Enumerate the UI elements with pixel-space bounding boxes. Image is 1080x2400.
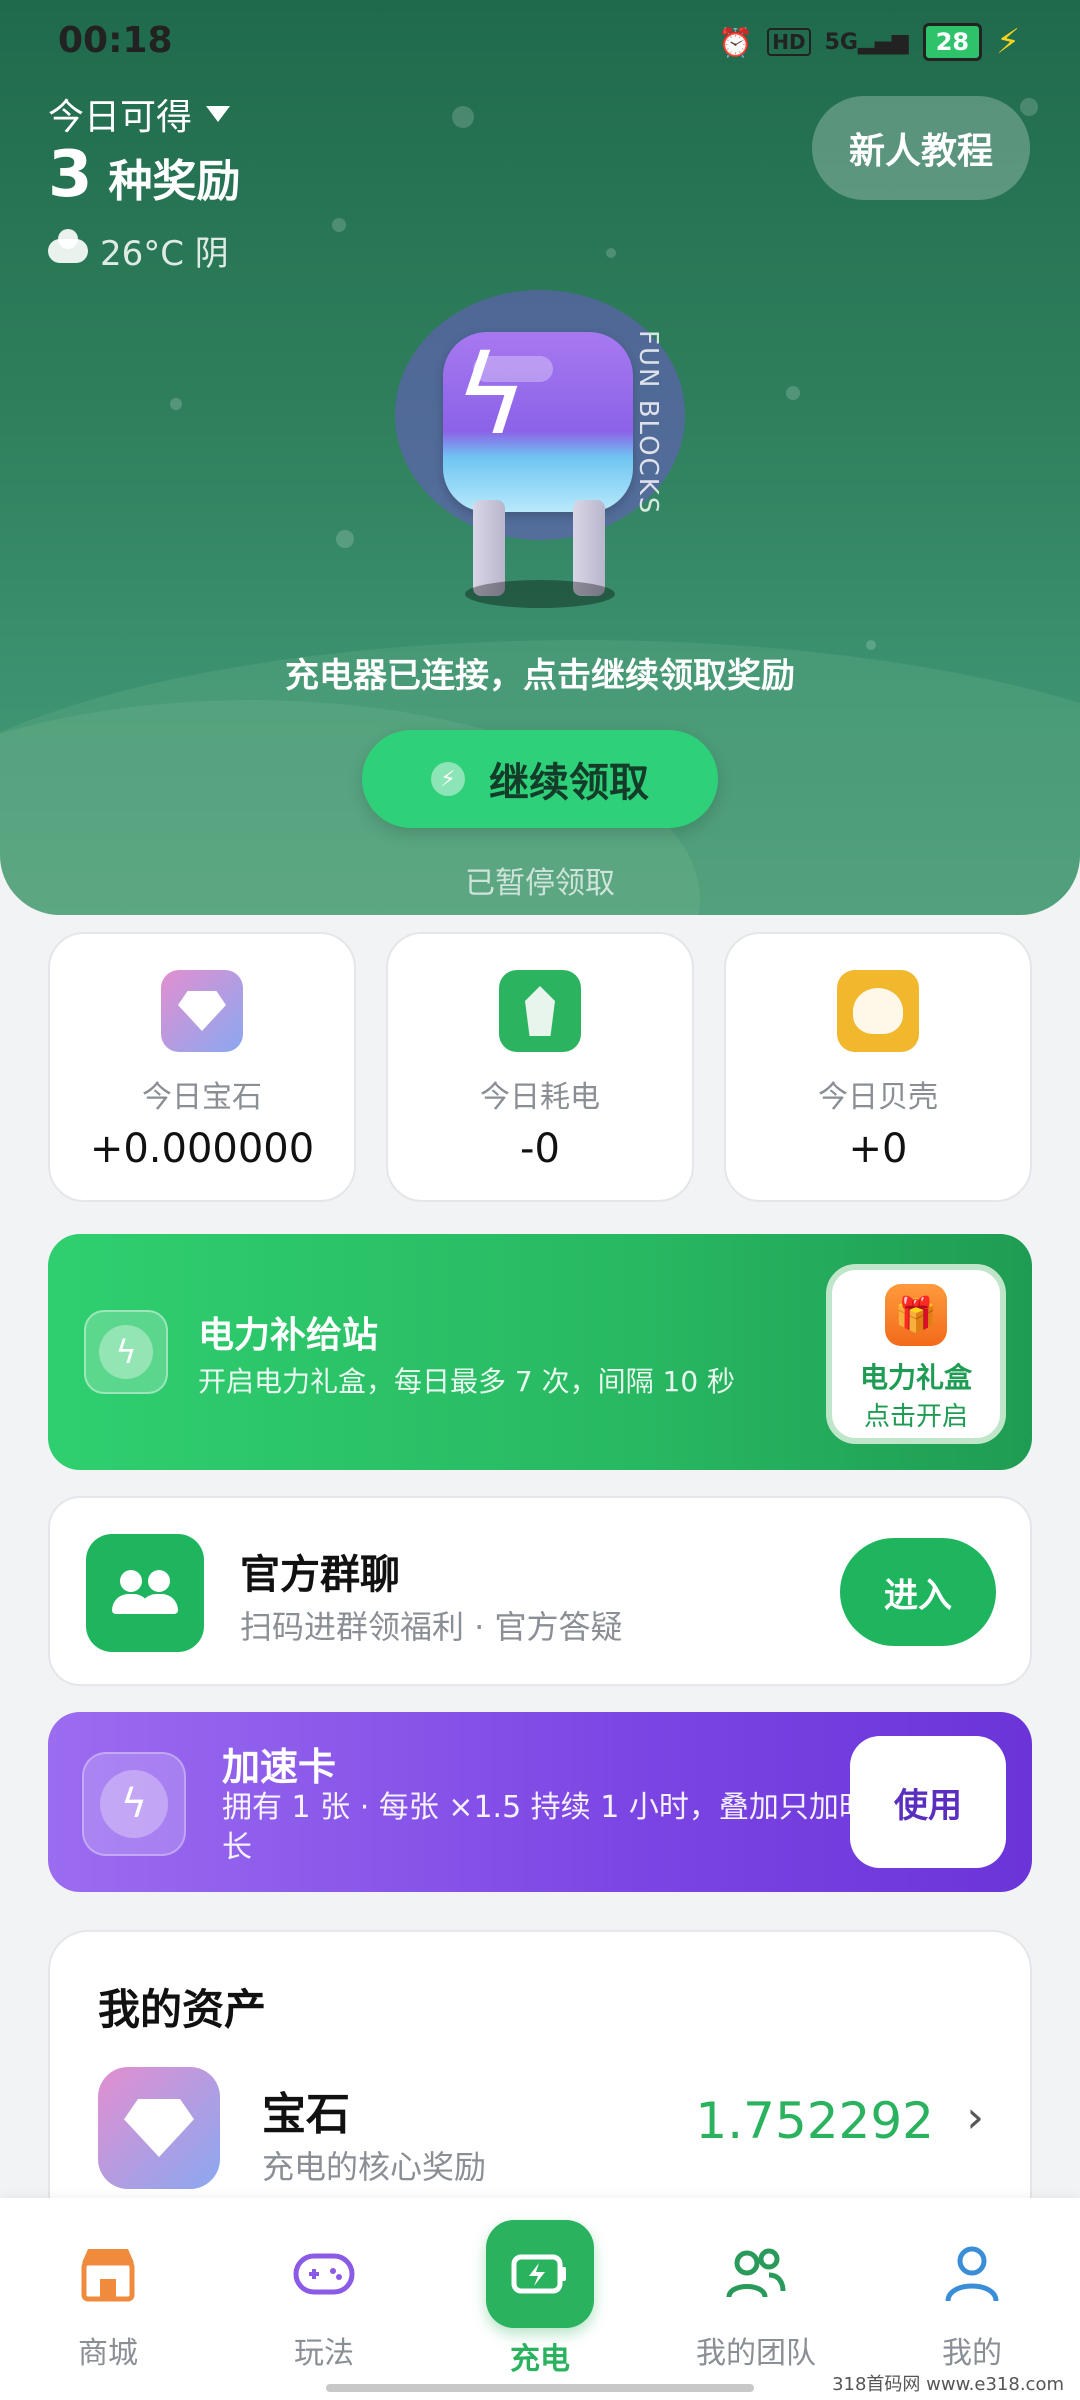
home-indicator[interactable] [326,2384,754,2392]
chevron-right-icon[interactable]: › [966,2092,984,2143]
stat-value: +0 [848,1126,908,1172]
power-icon [499,970,581,1052]
team-icon [724,2242,788,2306]
gift-icon: 🎁 [885,1284,947,1346]
speed-card-subtitle: 拥有 1 张 · 每张 ×1.5 持续 1 小时，叠加只加时长 [222,1790,869,1865]
nav-label: 玩法 [294,2336,354,2371]
daily-stats: 今日宝石 +0.000000 今日耗电 -0 今日贝壳 +0 [48,932,1032,1202]
paused-status-text: 已暂停领取 [465,866,615,901]
profile-icon [940,2242,1004,2306]
stat-value: -0 [520,1126,560,1172]
charger-brand-text: FUN BLOCKS [633,330,663,516]
tutorial-button[interactable]: 新人教程 [812,96,1030,200]
speed-icon-box: ϟ [82,1752,186,1856]
group-icon-box [86,1534,204,1652]
power-supply-icon-box: ϟ [84,1310,168,1394]
gift-title: 电力礼盒 [859,1361,972,1394]
battery-icon [486,2220,594,2328]
gem-icon [98,2067,220,2189]
stat-label: 今日贝壳 [818,1080,938,1115]
shell-icon [837,970,919,1052]
status-time: 00:18 [58,20,173,61]
nav-label: 充电 [510,2342,570,2377]
stat-card-power[interactable]: 今日耗电 -0 [386,932,694,1202]
charging-hero: 00:18 ⏰ HD 5G▂▄▆ 28 ⚡ 今日可得 3 种奖励 26°C 阴 … [0,0,1080,915]
nav-item-charge[interactable]: 充电 [432,2198,648,2400]
bubble-decoration [170,398,182,410]
power-supply-subtitle: 开启电力礼盒，每日最多 7 次，间隔 10 秒 [198,1365,736,1398]
status-icons: ⏰ HD 5G▂▄▆ 28 ⚡ [718,22,1020,62]
reward-count: 3 种奖励 [48,138,241,212]
signal-icon: 5G▂▄▆ [824,29,909,55]
lightning-icon: ϟ [455,331,528,459]
bubble-decoration [452,106,474,128]
bolt-icon: ϟ [99,1325,153,1379]
my-assets-section: 我的资产 宝石 充电的核心奖励 1.752292 › [48,1930,1032,2230]
continue-claim-button[interactable]: ⚡ 继续领取 [362,730,718,828]
stat-label: 今日耗电 [480,1080,600,1115]
nav-label: 商城 [78,2336,138,2371]
watermark: 318首码网 www.e318.com [826,2368,1070,2398]
enter-group-button[interactable]: 进入 [840,1538,996,1646]
hd-icon: HD [767,28,811,56]
people-icon [110,1570,180,1616]
power-supply-banner[interactable]: ϟ 电力补给站 开启电力礼盒，每日最多 7 次，间隔 10 秒 🎁 电力礼盒 点… [48,1234,1032,1470]
stat-card-gems[interactable]: 今日宝石 +0.000000 [48,932,356,1202]
charger-status-text: 充电器已连接，点击继续领取奖励 [285,656,795,696]
charger-illustration: ϟ FUN BLOCKS [395,290,695,610]
today-label: 今日可得 [48,97,193,138]
weather-text: 26°C 阴 [100,234,229,274]
battery-indicator: 28 [922,23,983,61]
continue-claim-label: 继续领取 [489,760,649,806]
bolt-icon: ⚡ [431,762,465,796]
group-subtitle: 扫码进群领福利 · 官方答疑 [240,1608,623,1646]
reward-count-number: 3 [48,138,93,212]
bubble-decoration [606,248,616,258]
stat-label: 今日宝石 [142,1080,262,1115]
status-bar: 00:18 ⏰ HD 5G▂▄▆ 28 ⚡ [0,0,1080,80]
today-rewards-dropdown[interactable]: 今日可得 [48,88,231,140]
alarm-icon: ⏰ [718,25,754,59]
weather: 26°C 阴 [48,226,229,275]
gamepad-icon [292,2242,356,2306]
power-gift-box-button[interactable]: 🎁 电力礼盒 点击开启 [826,1264,1006,1444]
nav-item-gameplay[interactable]: 玩法 [216,2198,432,2400]
power-supply-title: 电力补给站 [198,1315,379,1356]
bubble-decoration [1020,98,1038,116]
group-title: 官方群聊 [240,1552,400,1598]
asset-name: 宝石 [262,2089,350,2140]
assets-heading: 我的资产 [98,1985,267,2034]
bubble-decoration [332,218,346,232]
speed-card-banner: ϟ 加速卡 拥有 1 张 · 每张 ×1.5 持续 1 小时，叠加只加时长 使用 [48,1712,1032,1892]
stat-value: +0.000000 [89,1126,315,1172]
shop-icon [76,2242,140,2306]
charging-bolt-icon: ⚡ [996,22,1020,62]
nav-item-shop[interactable]: 商城 [0,2198,216,2400]
use-speed-card-button[interactable]: 使用 [850,1736,1006,1868]
stat-card-shells[interactable]: 今日贝壳 +0 [724,932,1032,1202]
bubble-decoration [336,530,354,548]
caret-down-icon [206,106,231,122]
speed-card-title: 加速卡 [222,1745,337,1789]
gift-action: 点击开启 [863,1402,968,1432]
charger-shadow [465,580,615,608]
gem-icon [161,970,243,1052]
asset-amount[interactable]: 1.752292 [695,2092,934,2150]
nav-label: 我的团队 [696,2336,816,2371]
cloud-icon [48,228,88,263]
bubble-decoration [786,386,800,400]
asset-desc: 充电的核心奖励 [262,2148,487,2186]
bolt-icon: ϟ [100,1770,168,1838]
reward-count-unit: 种奖励 [108,156,241,207]
nav-label: 我的 [942,2336,1002,2371]
official-group-card: 官方群聊 扫码进群领福利 · 官方答疑 进入 [48,1496,1032,1686]
